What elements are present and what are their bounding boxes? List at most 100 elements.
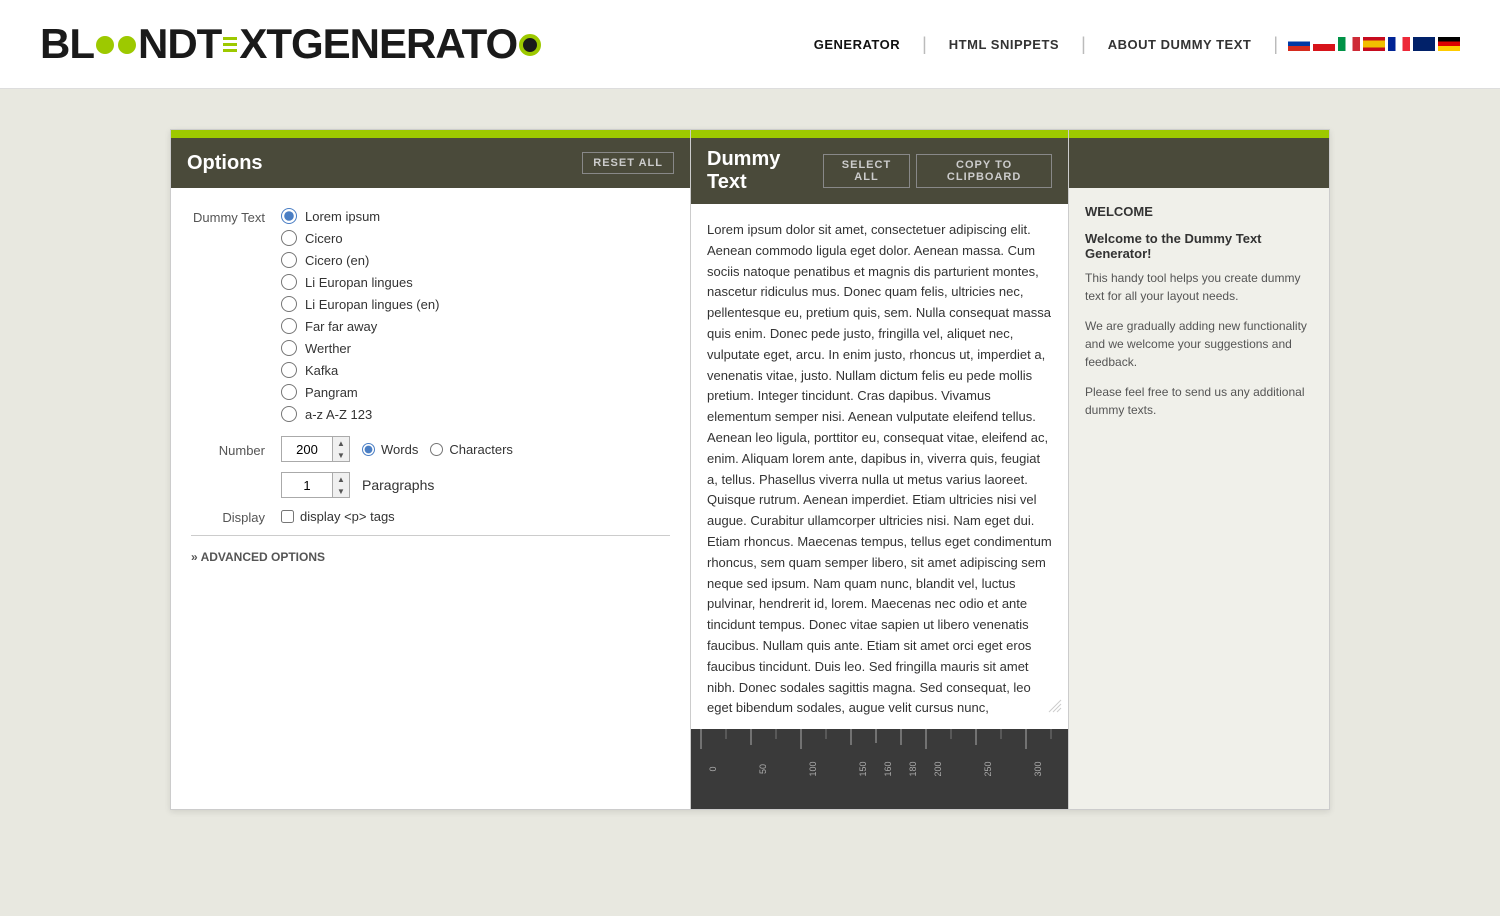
radio-far[interactable]: Far far away [281,318,439,334]
display-ptags-label: display <p> tags [300,509,395,524]
radio-kafka[interactable]: Kafka [281,362,439,378]
radio-li-europan[interactable]: Li Europan lingues [281,274,439,290]
ruler: 0 50 100 150 160 180 200 250 300 350 [691,729,1068,809]
options-header: Options RESET ALL [171,138,690,188]
nav-sep-1: | [918,34,931,55]
svg-text:0: 0 [708,767,718,772]
dummy-text-option-row: Dummy Text Lorem ipsum Cicero Cicero [191,208,670,422]
radio-pangram[interactable]: Pangram [281,384,439,400]
paragraphs-input[interactable] [282,474,332,497]
flag-french[interactable] [1388,37,1410,51]
dummy-text-title: Dummy Text [707,148,811,194]
number-input[interactable] [282,438,332,461]
dummy-text-area: Lorem ipsum dolor sit amet, consectetuer… [691,204,1068,719]
number-label: Number [191,441,281,458]
svg-text:250: 250 [983,762,993,777]
copy-to-clipboard-button[interactable]: COPY TO CLIPBOARD [916,154,1052,188]
radio-lorem[interactable]: Lorem ipsum [281,208,439,224]
radio-li-europan-en-label: Li Europan lingues (en) [305,297,439,312]
advanced-options-link[interactable]: » ADVANCED OPTIONS [191,550,325,564]
radio-li-europan-label: Li Europan lingues [305,275,413,290]
dummy-text-content: Lorem ipsum dolor sit amet, consectetuer… [707,220,1052,719]
characters-option[interactable]: Characters [430,442,513,457]
radio-az123-label: a-z A-Z 123 [305,407,372,422]
welcome-subtitle: Welcome to the Dummy Text Generator! [1085,231,1313,261]
number-spinners: ▲ ▼ [332,437,349,461]
radio-li-europan-input[interactable] [281,274,297,290]
radio-az123-input[interactable] [281,406,297,422]
logo-xt: XTGENERATO [239,20,517,68]
radio-cicero-en-input[interactable] [281,252,297,268]
number-spin-down[interactable]: ▼ [333,449,349,461]
display-label: Display [191,508,281,525]
site-logo: BL NDT XTGENERATO [40,20,543,68]
green-accent-bar-options [171,130,690,138]
svg-text:160: 160 [883,762,893,777]
paragraphs-empty-label [191,484,281,486]
logo-line-3 [223,49,237,52]
radio-az123[interactable]: a-z A-Z 123 [281,406,439,422]
nav-generator[interactable]: GENERATOR [796,37,918,52]
select-all-button[interactable]: SELECT ALL [823,154,910,188]
main-nav: GENERATOR | HTML SNIPPETS | ABOUT DUMMY … [796,34,1460,55]
radio-werther[interactable]: Werther [281,340,439,356]
radio-werther-label: Werther [305,341,351,356]
paragraphs-spin-down[interactable]: ▼ [333,485,349,497]
number-spin-up[interactable]: ▲ [333,437,349,449]
logo-lines-icon [223,37,237,52]
logo-bl: BL [40,20,94,68]
display-option-row: Display display <p> tags [191,508,670,525]
logo-dot-1 [96,36,114,54]
flag-czech[interactable] [1313,37,1335,51]
paragraphs-input-wrap: ▲ ▼ [281,472,350,498]
reset-all-button[interactable]: RESET ALL [582,152,674,174]
radio-werther-input[interactable] [281,340,297,356]
flag-russian[interactable] [1288,37,1310,51]
words-option[interactable]: Words [362,442,418,457]
dummy-text-header: Dummy Text SELECT ALL COPY TO CLIPBOARD [691,138,1068,204]
characters-radio[interactable] [430,443,443,456]
green-accent-bar-welcome [1069,130,1329,138]
words-label: Words [381,442,418,457]
radio-li-europan-en[interactable]: Li Europan lingues (en) [281,296,439,312]
number-input-wrap: ▲ ▼ [281,436,350,462]
flag-italian[interactable] [1338,37,1360,51]
paragraphs-spin-up[interactable]: ▲ [333,473,349,485]
welcome-text-2: We are gradually adding new functionalit… [1085,317,1313,371]
radio-li-europan-en-input[interactable] [281,296,297,312]
radio-kafka-label: Kafka [305,363,338,378]
number-option-row: Number ▲ ▼ Words [191,436,670,462]
number-controls: ▲ ▼ Words Characters [281,436,513,462]
words-radio[interactable] [362,443,375,456]
flag-british[interactable] [1413,37,1435,51]
main-panel: Options RESET ALL Dummy Text Lorem ipsum [170,129,1330,810]
options-section: Options RESET ALL Dummy Text Lorem ipsum [171,130,691,809]
paragraphs-option-row: ▲ ▼ Paragraphs [191,472,670,498]
display-ptags-checkbox[interactable] [281,510,294,523]
radio-kafka-input[interactable] [281,362,297,378]
display-ptags-option[interactable]: display <p> tags [281,509,395,524]
paragraphs-label: Paragraphs [362,477,434,493]
flag-spanish[interactable] [1363,37,1385,51]
green-accent-bar-dummy [691,130,1068,138]
radio-pangram-input[interactable] [281,384,297,400]
dummy-text-section: Dummy Text SELECT ALL COPY TO CLIPBOARD … [691,130,1069,809]
radio-lorem-input[interactable] [281,208,297,224]
nav-html-snippets[interactable]: HTML SNIPPETS [931,37,1077,52]
radio-cicero-en[interactable]: Cicero (en) [281,252,439,268]
logo-line-2 [223,43,237,46]
welcome-text-1: This handy tool helps you create dummy t… [1085,269,1313,305]
ruler-svg: 0 50 100 150 160 180 200 250 300 350 [691,729,1068,809]
welcome-text-3: Please feel free to send us any addition… [1085,383,1313,419]
nav-about[interactable]: ABOUT DUMMY TEXT [1090,37,1270,52]
resize-handle-icon[interactable] [1047,698,1063,714]
nav-sep-3: | [1269,34,1282,55]
radio-cicero-input[interactable] [281,230,297,246]
radio-far-input[interactable] [281,318,297,334]
site-header: BL NDT XTGENERATO GENERATOR | HTML SNIPP… [0,0,1500,89]
nav-sep-2: | [1077,34,1090,55]
flag-german[interactable] [1438,37,1460,51]
radio-cicero[interactable]: Cicero [281,230,439,246]
svg-text:100: 100 [808,762,818,777]
language-flags [1288,37,1460,51]
